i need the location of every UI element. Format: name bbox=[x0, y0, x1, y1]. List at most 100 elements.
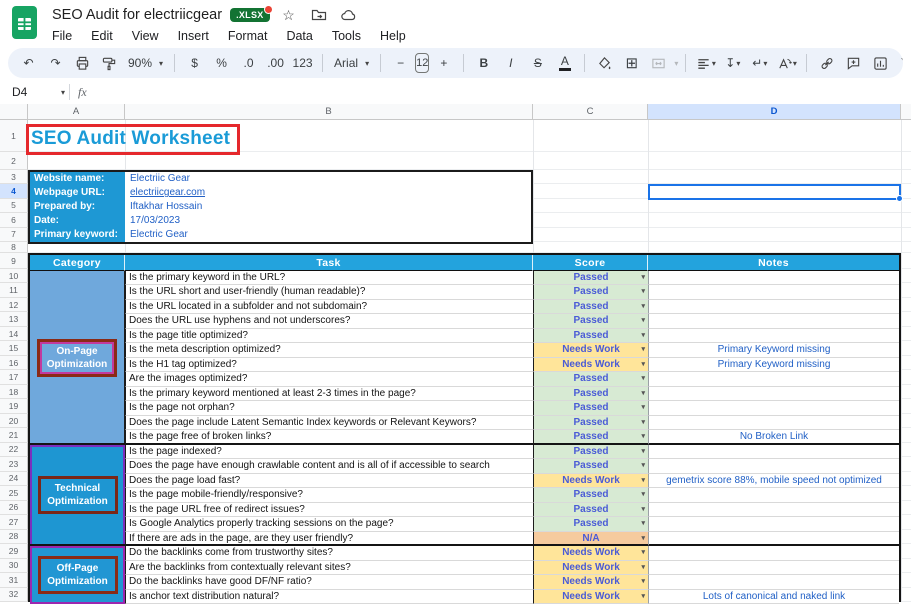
text-rotation-button[interactable]: ▾ bbox=[774, 51, 799, 75]
note-cell[interactable] bbox=[648, 575, 899, 589]
score-dropdown-caret[interactable]: ▾ bbox=[641, 329, 645, 342]
menu-item-file[interactable]: File bbox=[52, 29, 72, 43]
document-title[interactable]: SEO Audit for electriicgear bbox=[52, 7, 222, 23]
score-dropdown-caret[interactable]: ▾ bbox=[641, 488, 645, 501]
note-cell[interactable] bbox=[648, 300, 899, 314]
score-cell[interactable]: Passed▾ bbox=[533, 271, 648, 285]
formula-input[interactable] bbox=[87, 80, 911, 104]
score-cell[interactable]: Passed▾ bbox=[533, 372, 648, 386]
merge-options-caret[interactable]: ▾ bbox=[674, 59, 678, 68]
note-cell[interactable] bbox=[648, 561, 899, 575]
score-dropdown-caret[interactable]: ▾ bbox=[641, 517, 645, 530]
row-header-3[interactable]: 3 bbox=[0, 170, 28, 184]
text-wrap-button[interactable]: ↵▾ bbox=[747, 51, 772, 75]
row-header-7[interactable]: 7 bbox=[0, 228, 28, 242]
info-label[interactable]: Date: bbox=[30, 214, 125, 228]
score-dropdown-caret[interactable]: ▾ bbox=[641, 575, 645, 588]
task-cell[interactable]: Are the images optimized? bbox=[125, 372, 533, 386]
note-cell[interactable]: gemetrix score 88%, mobile speed not opt… bbox=[648, 474, 899, 488]
strikethrough-button[interactable]: S bbox=[525, 51, 550, 75]
info-value[interactable]: Iftakhar Hossain bbox=[125, 200, 202, 214]
score-cell[interactable]: Passed▾ bbox=[533, 300, 648, 314]
row-header-8[interactable]: 8 bbox=[0, 242, 28, 253]
note-cell[interactable] bbox=[648, 488, 899, 502]
score-dropdown-caret[interactable]: ▾ bbox=[641, 271, 645, 284]
note-cell[interactable] bbox=[648, 459, 899, 473]
info-value[interactable]: Electriic Gear bbox=[125, 172, 190, 186]
row-header-29[interactable]: 29 bbox=[0, 544, 28, 558]
score-cell[interactable]: Needs Work▾ bbox=[533, 343, 648, 357]
row-header-10[interactable]: 10 bbox=[0, 269, 28, 283]
score-cell[interactable]: Passed▾ bbox=[533, 488, 648, 502]
score-cell[interactable]: Needs Work▾ bbox=[533, 590, 648, 604]
vertical-align-button[interactable]: ↧▾ bbox=[720, 51, 745, 75]
row-header-4[interactable]: 4 bbox=[0, 184, 28, 198]
info-value[interactable]: Electric Gear bbox=[125, 228, 188, 242]
note-cell[interactable] bbox=[648, 271, 899, 285]
note-cell[interactable]: Primary Keyword missing bbox=[648, 343, 899, 357]
row-header-2[interactable]: 2 bbox=[0, 152, 28, 170]
note-cell[interactable] bbox=[648, 517, 899, 531]
note-cell[interactable]: Primary Keyword missing bbox=[648, 358, 899, 372]
print-button[interactable] bbox=[70, 51, 95, 75]
task-cell[interactable]: Does the page load fast? bbox=[125, 474, 533, 488]
score-cell[interactable]: Passed▾ bbox=[533, 503, 648, 517]
insert-comment-button[interactable] bbox=[841, 51, 866, 75]
row-header-26[interactable]: 26 bbox=[0, 501, 28, 515]
info-label[interactable]: Website name: bbox=[30, 172, 125, 186]
task-cell[interactable]: Is the page URL free of redirect issues? bbox=[125, 503, 533, 517]
menu-item-view[interactable]: View bbox=[132, 29, 159, 43]
note-cell[interactable]: No Broken Link bbox=[648, 430, 899, 444]
score-dropdown-caret[interactable]: ▾ bbox=[641, 314, 645, 327]
score-dropdown-caret[interactable]: ▾ bbox=[641, 590, 645, 603]
menu-item-edit[interactable]: Edit bbox=[91, 29, 113, 43]
task-cell[interactable]: Is the URL short and user-friendly (huma… bbox=[125, 285, 533, 299]
note-cell[interactable] bbox=[648, 445, 899, 459]
fill-handle[interactable] bbox=[896, 195, 903, 202]
row-header-12[interactable]: 12 bbox=[0, 298, 28, 312]
row-header-28[interactable]: 28 bbox=[0, 530, 28, 544]
selected-cell-outline[interactable] bbox=[648, 184, 901, 199]
row-header-20[interactable]: 20 bbox=[0, 414, 28, 428]
name-box[interactable]: D4 bbox=[0, 85, 60, 99]
font-select[interactable]: Arial▾ bbox=[330, 56, 373, 70]
note-cell[interactable] bbox=[648, 416, 899, 430]
note-cell[interactable] bbox=[648, 546, 899, 560]
insert-chart-button[interactable] bbox=[868, 51, 893, 75]
task-cell[interactable]: Is the page free of broken links? bbox=[125, 430, 533, 444]
score-dropdown-caret[interactable]: ▾ bbox=[641, 546, 645, 559]
note-cell[interactable]: Lots of canonical and naked link bbox=[648, 590, 899, 604]
increase-decimals-button[interactable]: .00 bbox=[263, 51, 288, 75]
task-cell[interactable]: Is the URL located in a subfolder and no… bbox=[125, 300, 533, 314]
column-header-D[interactable]: D bbox=[648, 104, 901, 120]
task-cell[interactable]: Is the page indexed? bbox=[125, 445, 533, 459]
row-header-21[interactable]: 21 bbox=[0, 428, 28, 442]
task-cell[interactable]: Is the primary keyword mentioned at leas… bbox=[125, 387, 533, 401]
row-header-16[interactable]: 16 bbox=[0, 356, 28, 370]
task-cell[interactable]: Does the URL use hyphens and not undersc… bbox=[125, 314, 533, 328]
row-header-9[interactable]: 9 bbox=[0, 253, 28, 269]
score-dropdown-caret[interactable]: ▾ bbox=[641, 474, 645, 487]
score-cell[interactable]: Passed▾ bbox=[533, 517, 648, 531]
score-dropdown-caret[interactable]: ▾ bbox=[641, 459, 645, 472]
score-cell[interactable]: Needs Work▾ bbox=[533, 358, 648, 372]
bold-button[interactable]: B bbox=[471, 51, 496, 75]
create-filter-button[interactable] bbox=[895, 51, 903, 75]
note-cell[interactable] bbox=[648, 329, 899, 343]
score-dropdown-caret[interactable]: ▾ bbox=[641, 401, 645, 414]
task-cell[interactable]: Is the primary keyword in the URL? bbox=[125, 271, 533, 285]
task-cell[interactable]: Is the page not orphan? bbox=[125, 401, 533, 415]
info-value[interactable]: electriicgear.com bbox=[125, 186, 205, 200]
score-dropdown-caret[interactable]: ▾ bbox=[641, 561, 645, 574]
grid-corner[interactable] bbox=[0, 104, 28, 120]
row-header-31[interactable]: 31 bbox=[0, 573, 28, 587]
more-formats-button[interactable]: 123 bbox=[290, 51, 315, 75]
score-cell[interactable]: N/A▾ bbox=[533, 532, 648, 546]
sheets-logo-icon[interactable] bbox=[12, 6, 42, 42]
note-cell[interactable] bbox=[648, 387, 899, 401]
decrease-decimals-button[interactable]: .0 bbox=[236, 51, 261, 75]
horizontal-align-button[interactable]: ▾ bbox=[693, 51, 718, 75]
score-dropdown-caret[interactable]: ▾ bbox=[641, 387, 645, 400]
info-value[interactable]: 17/03/2023 bbox=[125, 214, 180, 228]
score-cell[interactable]: Passed▾ bbox=[533, 401, 648, 415]
